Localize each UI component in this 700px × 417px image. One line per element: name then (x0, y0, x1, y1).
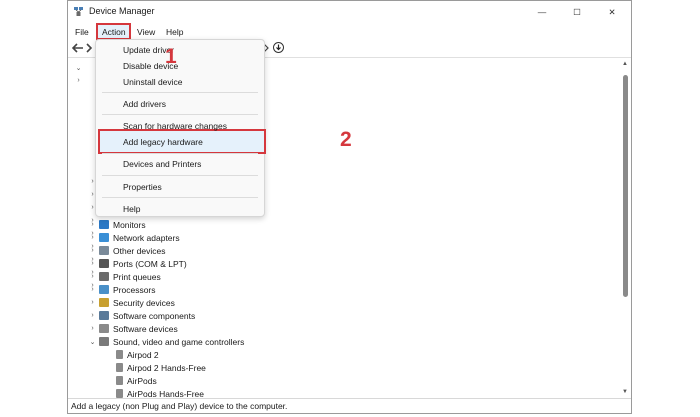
download-driver-icon[interactable] (273, 42, 284, 53)
window-title: Device Manager (89, 6, 155, 16)
tree-category-label: Other devices (113, 245, 166, 256)
processor-icon (99, 285, 109, 294)
tree-category-other-devices[interactable]: › Other devices (88, 244, 165, 257)
callout-number-1: 1 (165, 45, 177, 68)
tree-category-sound-video-and-game-controllers[interactable]: ⌄ Sound, video and game controllers (88, 335, 245, 348)
chevron-right-icon[interactable]: › (74, 77, 83, 84)
tree-category-label: Sound, video and game controllers (113, 336, 245, 347)
tree-category-print-queues[interactable]: › Print queues (88, 270, 161, 283)
speaker-icon (116, 350, 123, 359)
tree-category-label: Processors (113, 284, 156, 295)
tree-device-item[interactable]: Airpod 2 Hands-Free (114, 361, 206, 374)
software-component-icon (99, 311, 109, 320)
menu-item-devices-and-printers[interactable]: Devices and Printers (123, 159, 201, 169)
tree-category-software-components[interactable]: › Software components (88, 309, 195, 322)
title-bar: Device Manager — ☐ ✕ (68, 1, 631, 23)
menu-file[interactable]: File (75, 27, 89, 37)
tree-category-label: Print queues (113, 271, 161, 282)
menu-separator (102, 92, 258, 93)
menu-item-add-legacy-hardware[interactable]: Add legacy hardware (123, 137, 203, 147)
tree-category-software-devices[interactable]: › Software devices (88, 322, 178, 335)
tree-device-label: AirPods (127, 375, 157, 386)
chevron-right-icon[interactable]: › (88, 325, 97, 332)
tree-category-monitors[interactable]: › Monitors (88, 218, 146, 231)
chevron-right-icon[interactable]: › (88, 299, 97, 306)
menu-item-properties[interactable]: Properties (123, 182, 162, 192)
tree-category-label: Ports (COM & LPT) (113, 258, 187, 269)
menu-help[interactable]: Help (166, 27, 183, 37)
menu-separator (102, 153, 258, 154)
action-dropdown-menu: Update driver Disable device Uninstall d… (95, 39, 266, 217)
menu-item-scan-hardware-changes[interactable]: Scan for hardware changes (123, 121, 227, 131)
tree-category-ports-com-lpt[interactable]: › Ports (COM & LPT) (88, 257, 187, 270)
menu-item-add-drivers[interactable]: Add drivers (123, 99, 166, 109)
scroll-down-arrow-icon[interactable]: ▼ (622, 389, 628, 395)
tree-device-item[interactable]: Airpod 2 (114, 348, 159, 361)
speaker-icon (116, 376, 123, 385)
speaker-icon (116, 363, 123, 372)
forward-arrow-icon[interactable] (85, 43, 93, 53)
menu-item-uninstall-device[interactable]: Uninstall device (123, 77, 183, 87)
sound-icon (99, 337, 109, 346)
tree-node-partial[interactable]: › (74, 74, 83, 87)
chevron-right-icon[interactable]: › (88, 234, 97, 241)
unknown-device-icon (99, 246, 109, 255)
callout-number-2: 2 (340, 128, 352, 151)
menu-separator (102, 197, 258, 198)
menu-item-help[interactable]: Help (123, 204, 140, 214)
tree-category-label: Software devices (113, 323, 178, 334)
chevron-right-icon[interactable]: › (88, 260, 97, 267)
software-device-icon (99, 324, 109, 333)
tree-category-label: Monitors (113, 219, 146, 230)
menu-separator (102, 114, 258, 115)
monitor-icon (99, 220, 109, 229)
menu-view[interactable]: View (137, 27, 155, 37)
tree-device-label: AirPods Hands-Free (127, 388, 205, 399)
device-manager-app-icon (74, 7, 83, 16)
chevron-right-icon[interactable]: › (88, 221, 97, 228)
tree-device-label: Airpod 2 Hands-Free (127, 362, 206, 373)
tree-device-item[interactable]: AirPods (114, 374, 157, 387)
chevron-right-icon[interactable]: › (88, 273, 97, 280)
tree-category-network-adapters[interactable]: › Network adapters (88, 231, 180, 244)
minimize-button[interactable]: — (531, 4, 553, 20)
printer-icon (99, 272, 109, 281)
tree-category-label: Software components (113, 310, 196, 321)
maximize-button[interactable]: ☐ (566, 4, 588, 20)
chevron-right-icon[interactable]: › (88, 312, 97, 319)
menu-separator (102, 175, 258, 176)
chevron-down-icon[interactable]: ⌄ (74, 64, 83, 72)
status-bar: Add a legacy (non Plug and Play) device … (68, 398, 631, 413)
tree-category-processors[interactable]: › Processors (88, 283, 156, 296)
tree-category-security-devices[interactable]: › Security devices (88, 296, 175, 309)
speaker-icon (116, 389, 123, 398)
vertical-scrollbar-thumb[interactable] (623, 75, 628, 297)
port-icon (99, 259, 109, 268)
chevron-right-icon[interactable]: › (88, 247, 97, 254)
tree-category-label: Security devices (113, 297, 175, 308)
tree-device-label: Airpod 2 (127, 349, 159, 360)
device-manager-window: Device Manager — ☐ ✕ File Action View He… (67, 0, 632, 414)
chevron-right-icon[interactable]: › (88, 286, 97, 293)
chevron-down-icon[interactable]: ⌄ (88, 338, 97, 346)
close-button[interactable]: ✕ (601, 4, 623, 20)
security-icon (99, 298, 109, 307)
tree-node-partial[interactable]: ⌄ (74, 61, 83, 74)
network-icon (99, 233, 109, 242)
scroll-up-arrow-icon[interactable]: ▲ (622, 61, 628, 67)
status-text: Add a legacy (non Plug and Play) device … (71, 401, 288, 411)
tree-category-label: Network adapters (113, 232, 180, 243)
back-arrow-icon[interactable] (72, 43, 84, 53)
menu-action[interactable]: Action (102, 27, 126, 37)
